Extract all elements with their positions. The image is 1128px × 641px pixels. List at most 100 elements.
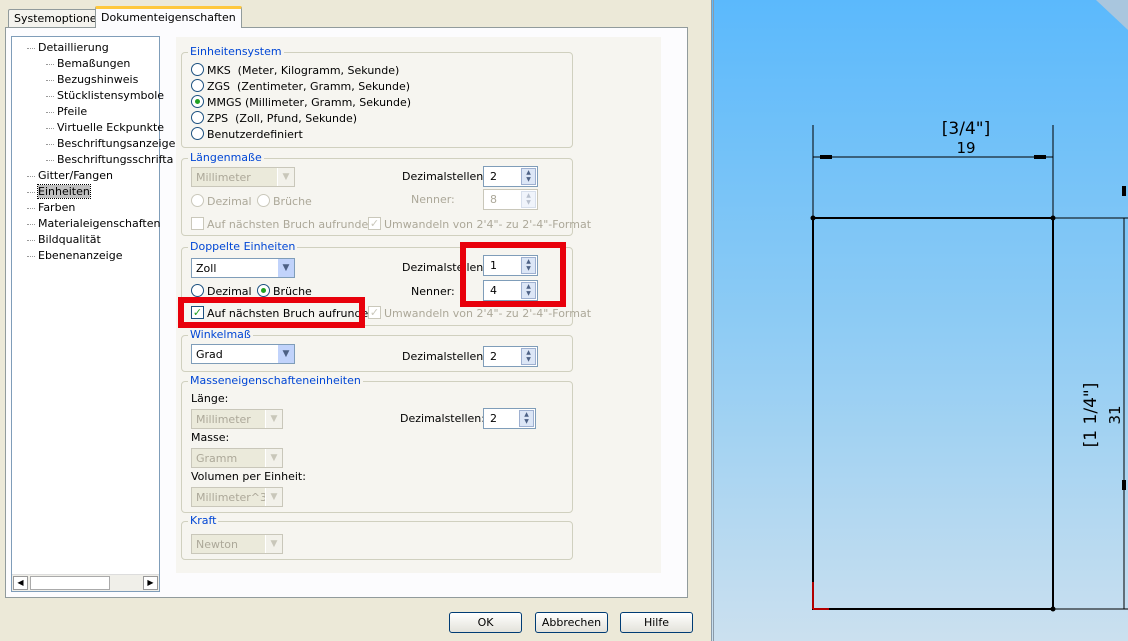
tree-item[interactable]: Detaillierung: [27, 41, 109, 54]
length-decimal-spinner[interactable]: 2 ▲ ▼: [483, 166, 538, 187]
dual-fraction-radio[interactable]: [257, 284, 270, 297]
force-select: Newton ▼: [191, 534, 283, 554]
denominator-label: Nenner:: [411, 193, 455, 206]
group-title: Einheitensystem: [188, 45, 284, 58]
radio-label: Dezimal: [207, 195, 252, 208]
spinner-value: 2: [490, 350, 497, 363]
mass-label: Masse:: [191, 431, 230, 444]
decimal-label: Dezimalstellen:: [402, 170, 487, 183]
radio-label: ZPS (Zoll, Pfund, Sekunde): [207, 112, 357, 125]
chevron-down-icon: ▼: [265, 410, 282, 428]
tree-item[interactable]: Beschriftungsschrifta: [45, 153, 173, 166]
height-primary-dimension: 31: [1106, 405, 1124, 424]
length-convert-checkbox: ✓: [368, 217, 381, 230]
unit-system-radio[interactable]: [191, 127, 204, 140]
radio-label: MMGS (Millimeter, Gramm, Sekunde): [207, 96, 412, 109]
select-value: Millimeter: [196, 171, 251, 184]
chevron-down-icon: ▼: [277, 168, 294, 186]
scroll-left-icon[interactable]: ◀: [13, 576, 28, 590]
horizontal-scrollbar[interactable]: ◀ ▶: [12, 574, 159, 591]
arrow-head: [1034, 155, 1046, 159]
tab-dokumenteigenschaften[interactable]: Dokumenteigenschaften: [95, 6, 242, 28]
unit-system-radio[interactable]: [191, 111, 204, 124]
group-title: Winkelmaß: [188, 328, 253, 341]
volume-select: Millimeter^3 ▼: [191, 487, 283, 507]
tree-item[interactable]: Gitter/Fangen: [27, 169, 113, 182]
tree-item[interactable]: Beschriftungsanzeige: [45, 137, 175, 150]
chevron-down-icon[interactable]: ▼: [277, 345, 294, 363]
angle-unit-select[interactable]: Grad ▼: [191, 344, 295, 364]
spinner-value: 2: [490, 170, 497, 183]
tree-item[interactable]: Materialeigenschaften: [26, 217, 160, 230]
tree-item[interactable]: Stücklistensymbole: [45, 89, 164, 102]
tree-item[interactable]: Bildqualität: [27, 233, 101, 246]
group-title: Kraft: [188, 514, 219, 527]
denominator-label: Nenner:: [411, 285, 455, 298]
width-dual-dimension: [3/4"]: [942, 119, 990, 139]
radio-label: ZGS (Zentimeter, Gramm, Sekunde): [207, 80, 411, 93]
checkbox-label: Umwandeln von 2'4"- zu 2'-4"-Format: [384, 218, 592, 231]
dual-convert-checkbox: ✓: [368, 306, 381, 319]
chevron-down-icon: ▼: [265, 449, 282, 467]
length-denominator-spinner: 8 ▲ ▼: [483, 189, 538, 210]
decimal-label: Dezimalstellen:: [402, 350, 487, 363]
dual-decimal-radio[interactable]: [191, 284, 204, 297]
length-label: Länge:: [191, 392, 229, 405]
select-value: Millimeter^3: [196, 491, 268, 504]
tree-view[interactable]: ◀ ▶ Detaillierung Bemaßungen Bezugshinweis…: [11, 36, 175, 592]
highlight-box-round-checkbox: [178, 297, 365, 328]
group-title: Doppelte Einheiten: [188, 240, 298, 253]
decimal-label: Dezimalstellen:: [400, 412, 485, 425]
arrow-head: [1122, 480, 1126, 490]
spinner-arrows-icon[interactable]: ▲ ▼: [521, 168, 536, 185]
spinner-value: 8: [490, 193, 497, 206]
unit-system-radio[interactable]: [191, 95, 204, 108]
scroll-right-icon[interactable]: ▶: [143, 576, 158, 590]
graphics-viewport[interactable]: [3/4"] 19 [1 1/4"] 31: [711, 0, 1128, 641]
chevron-down-icon: ▼: [265, 535, 282, 553]
height-dual-dimension: [1 1/4"]: [1081, 383, 1101, 448]
group-title: Längenmaße: [188, 151, 264, 164]
select-value: Gramm: [196, 452, 238, 465]
arrow-head: [820, 155, 832, 159]
ok-button[interactable]: OK: [449, 612, 522, 633]
tree-item[interactable]: Einheiten: [27, 184, 91, 199]
unit-system-radio[interactable]: [191, 79, 204, 92]
select-value: Millimeter: [196, 413, 251, 426]
mass-decimal-spinner[interactable]: 2 ▲ ▼: [483, 408, 536, 429]
mass-select: Gramm ▼: [191, 448, 283, 468]
spinner-arrows-icon[interactable]: ▲ ▼: [521, 348, 536, 365]
length-decimal-radio: [191, 194, 204, 207]
spinner-arrows-icon: ▲ ▼: [521, 191, 536, 208]
length-round-checkbox: [191, 217, 204, 230]
volume-label: Volumen per Einheit:: [191, 470, 306, 483]
cancel-button[interactable]: Abbrechen: [535, 612, 608, 633]
spinner-value: 2: [490, 412, 497, 425]
tree-item[interactable]: Bemaßungen: [45, 57, 130, 70]
select-value: Grad: [196, 348, 223, 361]
select-value: Zoll: [196, 262, 217, 275]
arrow-head: [1122, 186, 1126, 196]
scroll-thumb[interactable]: [30, 576, 110, 590]
dual-unit-select[interactable]: Zoll ▼: [191, 258, 295, 278]
width-primary-dimension: 19: [956, 139, 975, 157]
checkbox-label: Auf nächsten Bruch aufrunden: [207, 218, 376, 231]
highlight-box-spinners: [460, 242, 566, 307]
help-button[interactable]: Hilfe: [620, 612, 693, 633]
mass-length-select: Millimeter ▼: [191, 409, 283, 429]
unit-system-radio[interactable]: [191, 63, 204, 76]
tree-item[interactable]: Ebenenanzeige: [26, 249, 122, 262]
sketch-canvas: [3/4"] 19 [1 1/4"] 31: [810, 0, 1128, 612]
spinner-arrows-icon[interactable]: ▲ ▼: [519, 410, 534, 427]
tree-item[interactable]: Pfeile: [45, 105, 87, 118]
chevron-down-icon: ▼: [265, 488, 282, 506]
sketch-rectangle: [812, 217, 1054, 610]
angle-decimal-spinner[interactable]: 2 ▲ ▼: [483, 346, 538, 367]
radio-label: Benutzerdefiniert: [207, 128, 303, 141]
tree-item[interactable]: Farben: [26, 201, 75, 214]
tree-item[interactable]: Virtuelle Eckpunkte: [45, 121, 164, 134]
radio-label: Brüche: [273, 195, 312, 208]
length-fraction-radio: [257, 194, 270, 207]
tree-item[interactable]: Bezugshinweis: [45, 73, 138, 86]
chevron-down-icon[interactable]: ▼: [277, 259, 294, 277]
